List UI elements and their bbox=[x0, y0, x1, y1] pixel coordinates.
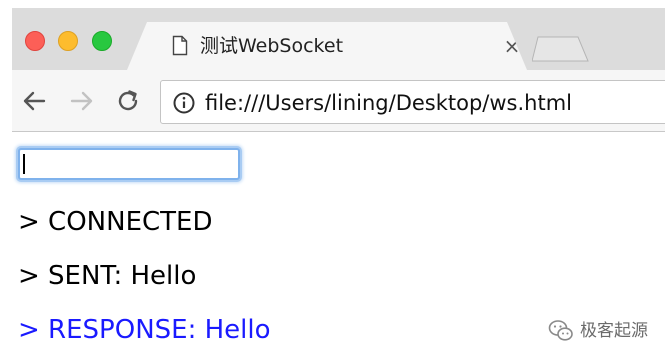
address-bar[interactable]: file:///Users/lining/Desktop/ws.html bbox=[160, 80, 665, 124]
browser-toolbar: file:///Users/lining/Desktop/ws.html bbox=[12, 70, 665, 132]
wechat-logo-icon bbox=[548, 320, 573, 341]
text-caret bbox=[23, 154, 25, 174]
tab-title: 测试WebSocket bbox=[200, 35, 344, 57]
zoom-window-button[interactable] bbox=[92, 31, 112, 51]
arrow-right-icon[interactable] bbox=[68, 87, 96, 115]
tab-active[interactable]: 测试WebSocket × bbox=[127, 22, 527, 70]
new-tab-button[interactable] bbox=[532, 36, 592, 62]
minimize-window-button[interactable] bbox=[58, 31, 78, 51]
log-line-connected: > CONNECTED bbox=[18, 207, 213, 237]
reload-icon[interactable] bbox=[114, 87, 142, 115]
watermark-text: 极客起源 bbox=[580, 321, 648, 341]
browser-titlebar: 测试WebSocket × bbox=[12, 8, 665, 70]
arrow-left-icon[interactable] bbox=[20, 87, 48, 115]
log-line-sent: > SENT: Hello bbox=[18, 261, 197, 291]
message-input[interactable] bbox=[18, 148, 240, 180]
close-window-button[interactable] bbox=[25, 31, 45, 51]
document-icon bbox=[172, 35, 188, 56]
url-text[interactable]: file:///Users/lining/Desktop/ws.html bbox=[205, 87, 572, 119]
log-line-response: > RESPONSE: Hello bbox=[18, 315, 271, 345]
tab-close-icon[interactable]: × bbox=[499, 33, 525, 59]
info-icon[interactable] bbox=[172, 91, 196, 115]
watermark: 极客起源 bbox=[548, 316, 658, 346]
